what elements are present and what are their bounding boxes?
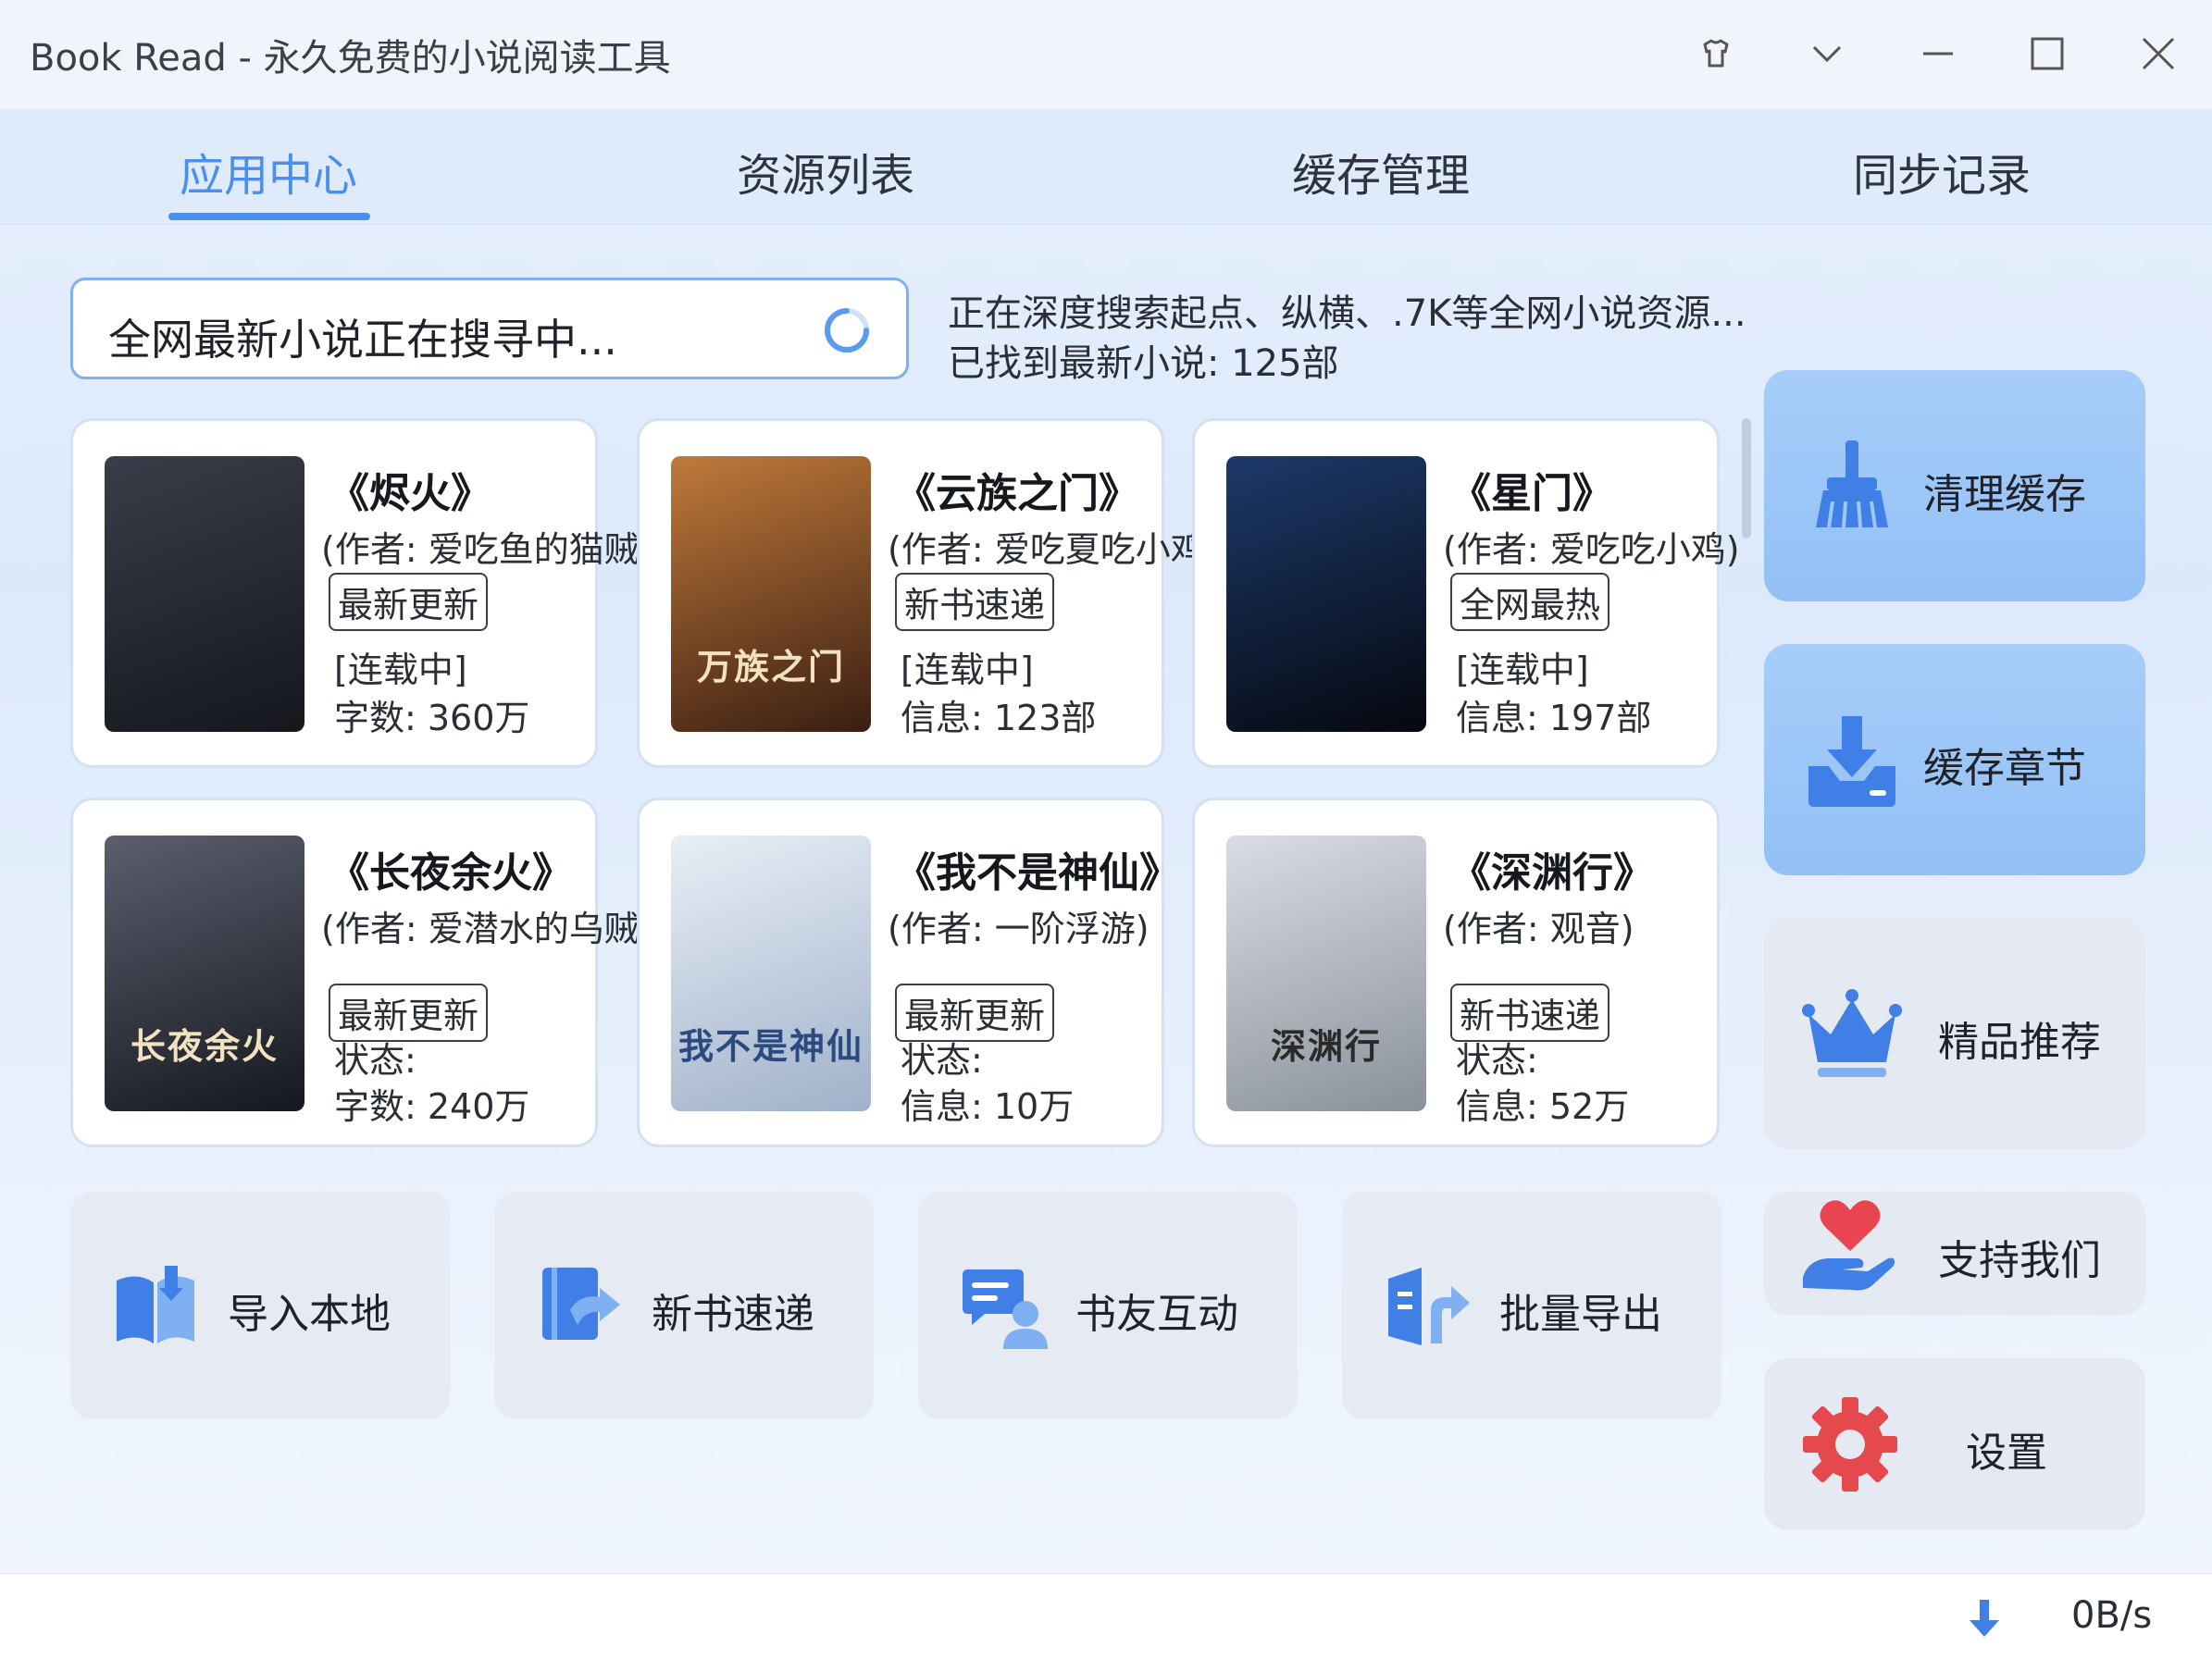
book-title[interactable]: 《长夜余火》: [329, 839, 573, 898]
book-author: (作者: 爱吃吃小鸡): [1443, 529, 1740, 570]
search-status-text: 正在深度搜索起点、纵横、.7K等全网小说资源...: [948, 292, 1746, 335]
search-text: 全网最新小说正在搜寻中...: [108, 315, 617, 365]
minimize-icon: [1923, 52, 1953, 56]
tab-resource-list[interactable]: 资源列表: [737, 139, 914, 204]
book-cover[interactable]: 万族之门: [671, 456, 871, 732]
reader-chat-button[interactable]: 书友互动: [918, 1192, 1298, 1419]
book-info: 信息: 197部: [1456, 698, 1652, 738]
new-book-icon: [542, 1268, 620, 1340]
search-box[interactable]: 全网最新小说正在搜寻中...: [70, 278, 909, 379]
skin-button[interactable]: [1686, 24, 1746, 83]
import-book-icon: [117, 1266, 194, 1343]
book-status: [连载中]: [901, 650, 1034, 690]
book-cover[interactable]: 长夜余火: [105, 836, 304, 1111]
reader-chat-label: 书友互动: [1075, 1291, 1238, 1338]
new-books-label: 新书速递: [652, 1291, 814, 1338]
dropdown-button[interactable]: [1797, 24, 1857, 83]
cover-title: 长夜余火: [130, 1025, 279, 1067]
download-speed-icon: [1970, 1600, 1999, 1637]
new-books-button[interactable]: 新书速递: [494, 1192, 874, 1419]
featured-button[interactable]: 精品推荐: [1764, 918, 2145, 1149]
book-author: (作者: 爱潜水的乌贼): [321, 909, 653, 949]
skin-icon: [1703, 39, 1729, 68]
book-cover[interactable]: [1226, 456, 1426, 732]
book-cover[interactable]: 我不是神仙: [671, 836, 871, 1111]
cover-title: 万族之门: [696, 646, 845, 687]
book-author: (作者: 一阶浮游): [888, 909, 1149, 949]
active-tab-indicator: [168, 213, 370, 220]
book-status: 状态:: [901, 1040, 983, 1081]
tab-app-center[interactable]: 应用中心: [180, 139, 357, 204]
close-button[interactable]: [2129, 24, 2188, 83]
batch-export-button[interactable]: 批量导出: [1342, 1192, 1721, 1419]
cache-chapters-button[interactable]: 缓存章节: [1764, 644, 2145, 875]
clear-cache-label: 清理缓存: [1923, 471, 2086, 518]
book-title[interactable]: 《我不是神仙》: [895, 839, 1180, 898]
maximize-icon: [2031, 37, 2064, 70]
tab-cache-manage[interactable]: 缓存管理: [1292, 139, 1470, 204]
cover-title: 我不是神仙: [677, 1025, 864, 1067]
heart-hand-icon: [1803, 1200, 1895, 1291]
book-tag: 新书速递: [895, 573, 1055, 631]
book-info: 字数: 240万: [334, 1086, 530, 1127]
book-status: [连载中]: [334, 650, 467, 690]
book-status: 状态:: [334, 1040, 416, 1081]
minimize-button[interactable]: [1908, 24, 1968, 83]
book-title[interactable]: 《星门》: [1450, 460, 1613, 519]
book-title[interactable]: 《云族之门》: [895, 460, 1139, 519]
app-title: Book Read - 永久免费的小说阅读工具: [30, 37, 671, 80]
support-us-label: 支持我们: [1938, 1237, 2101, 1284]
batch-export-label: 批量导出: [1499, 1291, 1662, 1338]
book-card[interactable]: 《星门》 (作者: 爱吃吃小鸡) 全网最热 [连载中] 信息: 197部: [1192, 418, 1740, 768]
book-card[interactable]: 万族之门 《云族之门》 (作者: 爱吃夏吃小鸡) 新书速递 [连载中] 信息: …: [637, 418, 1220, 768]
clear-cache-button[interactable]: 清理缓存: [1764, 370, 2145, 601]
book-author: (作者: 观音): [1443, 909, 1634, 949]
book-author: (作者: 爱吃鱼的猫贼): [321, 529, 653, 570]
book-info: 信息: 10万: [901, 1086, 1075, 1127]
dropdown-icon: [1812, 45, 1842, 63]
book-card[interactable]: 《烬火》 (作者: 爱吃鱼的猫贼) 最新更新 [连载中] 字数: 360万: [70, 418, 653, 768]
book-tag: 最新更新: [329, 573, 489, 631]
maximize-button[interactable]: [2018, 24, 2077, 83]
featured-label: 精品推荐: [1938, 1019, 2101, 1066]
gear-icon: [1803, 1397, 1897, 1492]
book-cover[interactable]: 深渊行: [1226, 836, 1426, 1111]
close-icon: [2142, 37, 2175, 70]
book-title[interactable]: 《深渊行》: [1450, 839, 1654, 898]
book-status: [连载中]: [1456, 650, 1589, 690]
cache-chapters-label: 缓存章节: [1923, 745, 2086, 792]
broom-icon: [1816, 440, 1888, 528]
settings-button[interactable]: 设置: [1764, 1358, 2145, 1530]
book-card[interactable]: 我不是神仙 《我不是神仙》 (作者: 一阶浮游) 最新更新 状态: 信息: 10…: [637, 798, 1180, 1147]
download-speed: 0B/s: [2071, 1594, 2153, 1637]
book-status: 状态:: [1456, 1040, 1538, 1081]
download-icon: [1808, 716, 1895, 807]
title-bar: Book Read - 永久免费的小说阅读工具: [0, 0, 2212, 110]
book-title[interactable]: 《烬火》: [329, 460, 491, 519]
book-card[interactable]: 长夜余火 《长夜余火》 (作者: 爱潜水的乌贼) 最新更新 状态: 字数: 24…: [70, 798, 653, 1147]
tab-sync-records[interactable]: 同步记录: [1853, 139, 2031, 204]
cover-title: 深渊行: [1270, 1025, 1382, 1067]
book-info: 字数: 360万: [334, 698, 530, 738]
import-local-button[interactable]: 导入本地: [70, 1192, 450, 1419]
crown-icon: [1802, 989, 1902, 1077]
import-local-label: 导入本地: [228, 1291, 391, 1338]
status-bar: 0B/s: [0, 1573, 2212, 1659]
chat-icon: [963, 1269, 1048, 1349]
settings-label: 设置: [1966, 1430, 2047, 1477]
book-info: 信息: 52万: [1456, 1086, 1630, 1127]
book-tag: 全网最热: [1450, 573, 1610, 631]
export-icon: [1388, 1268, 1470, 1345]
book-card[interactable]: 深渊行 《深渊行》 (作者: 观音) 新书速递 状态: 信息: 52万: [1192, 798, 1720, 1147]
book-info: 信息: 123部: [901, 698, 1097, 738]
book-list-scrollbar[interactable]: [1742, 418, 1751, 539]
support-us-button[interactable]: 支持我们: [1764, 1192, 2145, 1316]
loading-spinner-icon: [825, 308, 869, 353]
found-count-text: 已找到最新小说: 125部: [948, 342, 1339, 385]
tab-bar: 应用中心 资源列表 缓存管理 同步记录: [0, 109, 2212, 225]
book-cover[interactable]: [105, 456, 304, 732]
book-author: (作者: 爱吃夏吃小鸡): [888, 529, 1220, 570]
